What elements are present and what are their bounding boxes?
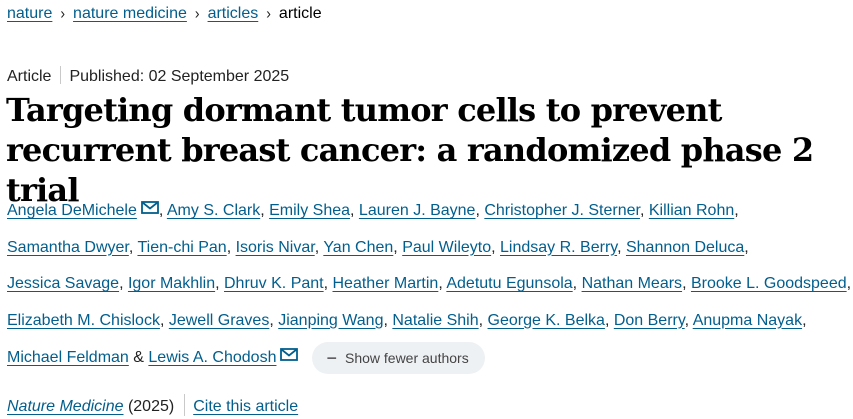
author-link[interactable]: Nathan Mears xyxy=(582,275,683,292)
breadcrumb-chevron-icon: › xyxy=(266,4,271,22)
author-link[interactable]: Heather Martin xyxy=(333,275,439,292)
breadcrumb-nature-medicine[interactable]: nature medicine xyxy=(73,5,187,22)
minus-icon: − xyxy=(326,347,337,368)
breadcrumb-articles[interactable]: articles xyxy=(208,5,259,22)
author-link[interactable]: Jewell Graves xyxy=(169,312,269,329)
breadcrumb-current: article xyxy=(278,5,322,22)
author-link[interactable]: Jianping Wang xyxy=(278,312,383,329)
author-link[interactable]: Jessica Savage xyxy=(7,275,119,292)
breadcrumb-chevron-icon: › xyxy=(194,4,200,22)
author-link[interactable]: Yan Chen xyxy=(323,239,393,256)
meta-divider xyxy=(60,66,62,84)
author-link[interactable]: Lewis A. Chodosh xyxy=(148,349,276,366)
published-date: Published: 02 September 2025 xyxy=(69,68,290,85)
breadcrumb-nature[interactable]: nature xyxy=(7,5,52,22)
author-link[interactable]: Lauren J. Bayne xyxy=(359,202,476,219)
author-link[interactable]: Angela DeMichele xyxy=(7,202,137,219)
author-link[interactable]: Emily Shea xyxy=(269,202,350,219)
author-link[interactable]: Brooke L. Goodspeed xyxy=(691,275,847,292)
breadcrumb-chevron-icon: › xyxy=(60,4,66,22)
author-link[interactable]: Anupma Nayak xyxy=(693,312,802,329)
author-link[interactable]: Igor Makhlin xyxy=(128,275,215,292)
author-link[interactable]: Amy S. Clark xyxy=(167,202,260,219)
author-link[interactable]: Killian Rohn xyxy=(649,202,734,219)
article-type: Article xyxy=(7,68,52,85)
author-link[interactable]: Lindsay R. Berry xyxy=(500,239,617,256)
author-link[interactable]: Adetutu Egunsola xyxy=(446,275,572,292)
author-list: Angela DeMichele, Amy S. Clark, Emily Sh… xyxy=(7,192,853,377)
author-link[interactable]: Shannon Deluca xyxy=(626,239,744,256)
author-link[interactable]: Elizabeth M. Chislock xyxy=(7,312,160,329)
email-icon[interactable] xyxy=(140,192,159,214)
author-link[interactable]: Isoris Nivar xyxy=(236,239,315,256)
author-link[interactable]: Michael Feldman xyxy=(7,349,129,366)
breadcrumb: nature › nature medicine › articles › article xyxy=(7,2,322,25)
journal-info: Nature Medicine (2025) Cite this article xyxy=(7,394,298,418)
author-link[interactable]: Samantha Dwyer xyxy=(7,239,129,256)
journal-year: (2025) xyxy=(127,398,175,415)
author-link[interactable]: Paul Wileyto xyxy=(402,239,491,256)
journal-divider xyxy=(184,394,186,416)
journal-name-link[interactable]: Nature Medicine xyxy=(7,398,124,415)
author-link[interactable]: Christopher J. Sterner xyxy=(484,202,640,219)
author-link[interactable]: Natalie Shih xyxy=(392,312,478,329)
author-link[interactable]: Dhruv K. Pant xyxy=(224,275,324,292)
author-link[interactable]: George K. Belka xyxy=(488,312,605,329)
author-link[interactable]: Don Berry xyxy=(614,312,685,329)
show-fewer-label: Show fewer authors xyxy=(344,349,469,366)
author-link[interactable]: Tien-chi Pan xyxy=(137,239,226,256)
cite-article-link[interactable]: Cite this article xyxy=(193,398,298,415)
show-fewer-authors-button[interactable]: − Show fewer authors xyxy=(312,341,485,374)
email-icon[interactable] xyxy=(280,339,299,361)
article-meta: Article Published: 02 September 2025 xyxy=(7,66,289,88)
